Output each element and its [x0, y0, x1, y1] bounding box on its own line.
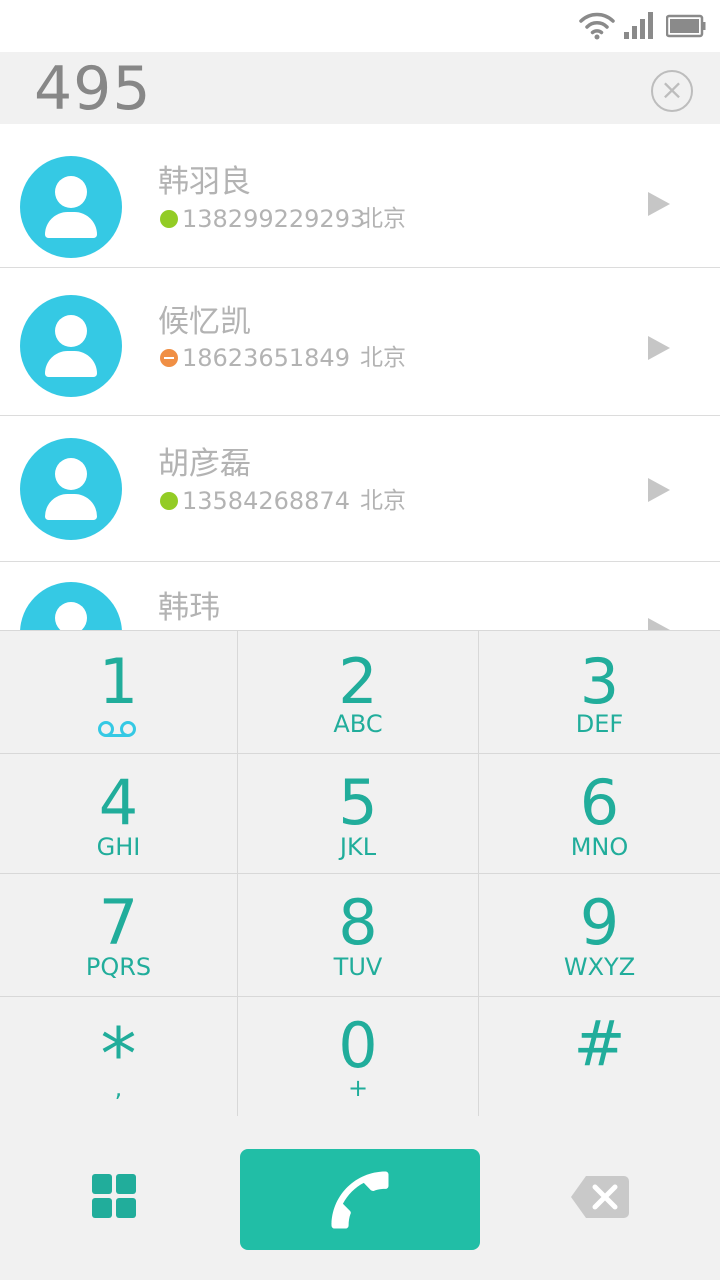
key-6[interactable]: 6 MNO: [479, 754, 720, 874]
busy-status-icon: [160, 349, 178, 367]
key-digit: 1: [98, 645, 139, 718]
contact-row[interactable]: 胡彦磊 13584268874 北京: [0, 418, 720, 562]
contact-location: 北京: [360, 206, 406, 232]
key-hash[interactable]: #: [479, 997, 720, 1117]
battery-icon: [666, 14, 706, 38]
contact-location: 北京: [360, 488, 406, 514]
grid-icon[interactable]: [92, 1174, 136, 1218]
key-2[interactable]: 2 ABC: [238, 631, 479, 754]
key-letters: ,: [114, 1074, 123, 1102]
contact-name: 候忆凯: [158, 304, 251, 340]
key-digit: 2: [338, 645, 378, 718]
contact-suggestion-list[interactable]: 韩羽良 138299229293 北京 候忆凯 18623651849 北京 胡…: [0, 124, 720, 630]
key-letters: PQRS: [85, 953, 152, 981]
dial-input-bar: 495: [0, 52, 720, 124]
avatar-icon: [20, 438, 122, 540]
contact-row[interactable]: 韩羽良 138299229293 北京: [0, 124, 720, 268]
avatar-icon: [20, 156, 122, 258]
key-letters: JKL: [339, 833, 377, 861]
contact-row[interactable]: 韩玮: [0, 562, 720, 630]
key-digit: 7: [98, 886, 139, 959]
contact-phone: 13584268874: [182, 487, 350, 515]
key-5[interactable]: 5 JKL: [238, 754, 479, 874]
play-arrow-icon[interactable]: [648, 618, 670, 630]
contact-name: 韩玮: [158, 590, 220, 626]
key-1[interactable]: 1: [0, 631, 238, 754]
key-letters: WXYZ: [563, 953, 636, 981]
avatar-icon: [20, 582, 122, 630]
voicemail-icon: [98, 721, 136, 737]
key-letters: ABC: [333, 710, 383, 738]
clear-number-button[interactable]: ×: [651, 70, 693, 112]
key-letters: +: [347, 1074, 369, 1102]
key-letters: DEF: [575, 710, 624, 738]
key-3[interactable]: 3 DEF: [479, 631, 720, 754]
dialed-number[interactable]: 495: [34, 54, 152, 124]
key-digit: #: [573, 1007, 626, 1080]
contact-row[interactable]: 候忆凯 18623651849 北京: [0, 272, 720, 416]
dial-keypad: 1 2 ABC 3 DEF 4 GHI 5 JKL 6 MNO 7 PQRS 8…: [0, 630, 720, 1117]
contact-phone: 18623651849: [182, 344, 350, 372]
key-digit: 9: [579, 886, 620, 959]
backspace-icon[interactable]: [570, 1174, 630, 1220]
play-arrow-icon[interactable]: [648, 336, 670, 360]
key-8[interactable]: 8 TUV: [238, 874, 479, 997]
play-arrow-icon[interactable]: [648, 478, 670, 502]
status-bar: [0, 0, 720, 52]
online-status-icon: [160, 492, 178, 510]
key-letters: MNO: [570, 833, 629, 861]
key-7[interactable]: 7 PQRS: [0, 874, 238, 997]
close-circle-icon: ×: [660, 73, 684, 106]
call-button[interactable]: [240, 1149, 480, 1250]
action-bar: [0, 1116, 720, 1280]
key-4[interactable]: 4 GHI: [0, 754, 238, 874]
wifi-icon: [579, 12, 615, 40]
key-digit: 8: [338, 886, 378, 959]
signal-icon: [624, 12, 653, 39]
key-digit: 5: [338, 766, 378, 839]
key-digit: 0: [338, 1009, 378, 1082]
online-status-icon: [160, 210, 178, 228]
key-9[interactable]: 9 WXYZ: [479, 874, 720, 997]
key-star[interactable]: * ,: [0, 997, 238, 1117]
contact-name: 韩羽良: [158, 164, 251, 200]
key-digit: 6: [579, 766, 620, 839]
key-letters: GHI: [96, 833, 141, 861]
key-digit: 4: [98, 766, 139, 839]
contact-phone: 138299229293: [182, 205, 366, 233]
key-0[interactable]: 0 +: [238, 997, 479, 1117]
play-arrow-icon[interactable]: [648, 192, 670, 216]
phone-icon: [331, 1171, 389, 1229]
key-letters: TUV: [333, 953, 383, 981]
avatar-icon: [20, 295, 122, 397]
contact-location: 北京: [360, 345, 406, 371]
key-digit: 3: [579, 645, 620, 718]
contact-name: 胡彦磊: [158, 446, 251, 482]
